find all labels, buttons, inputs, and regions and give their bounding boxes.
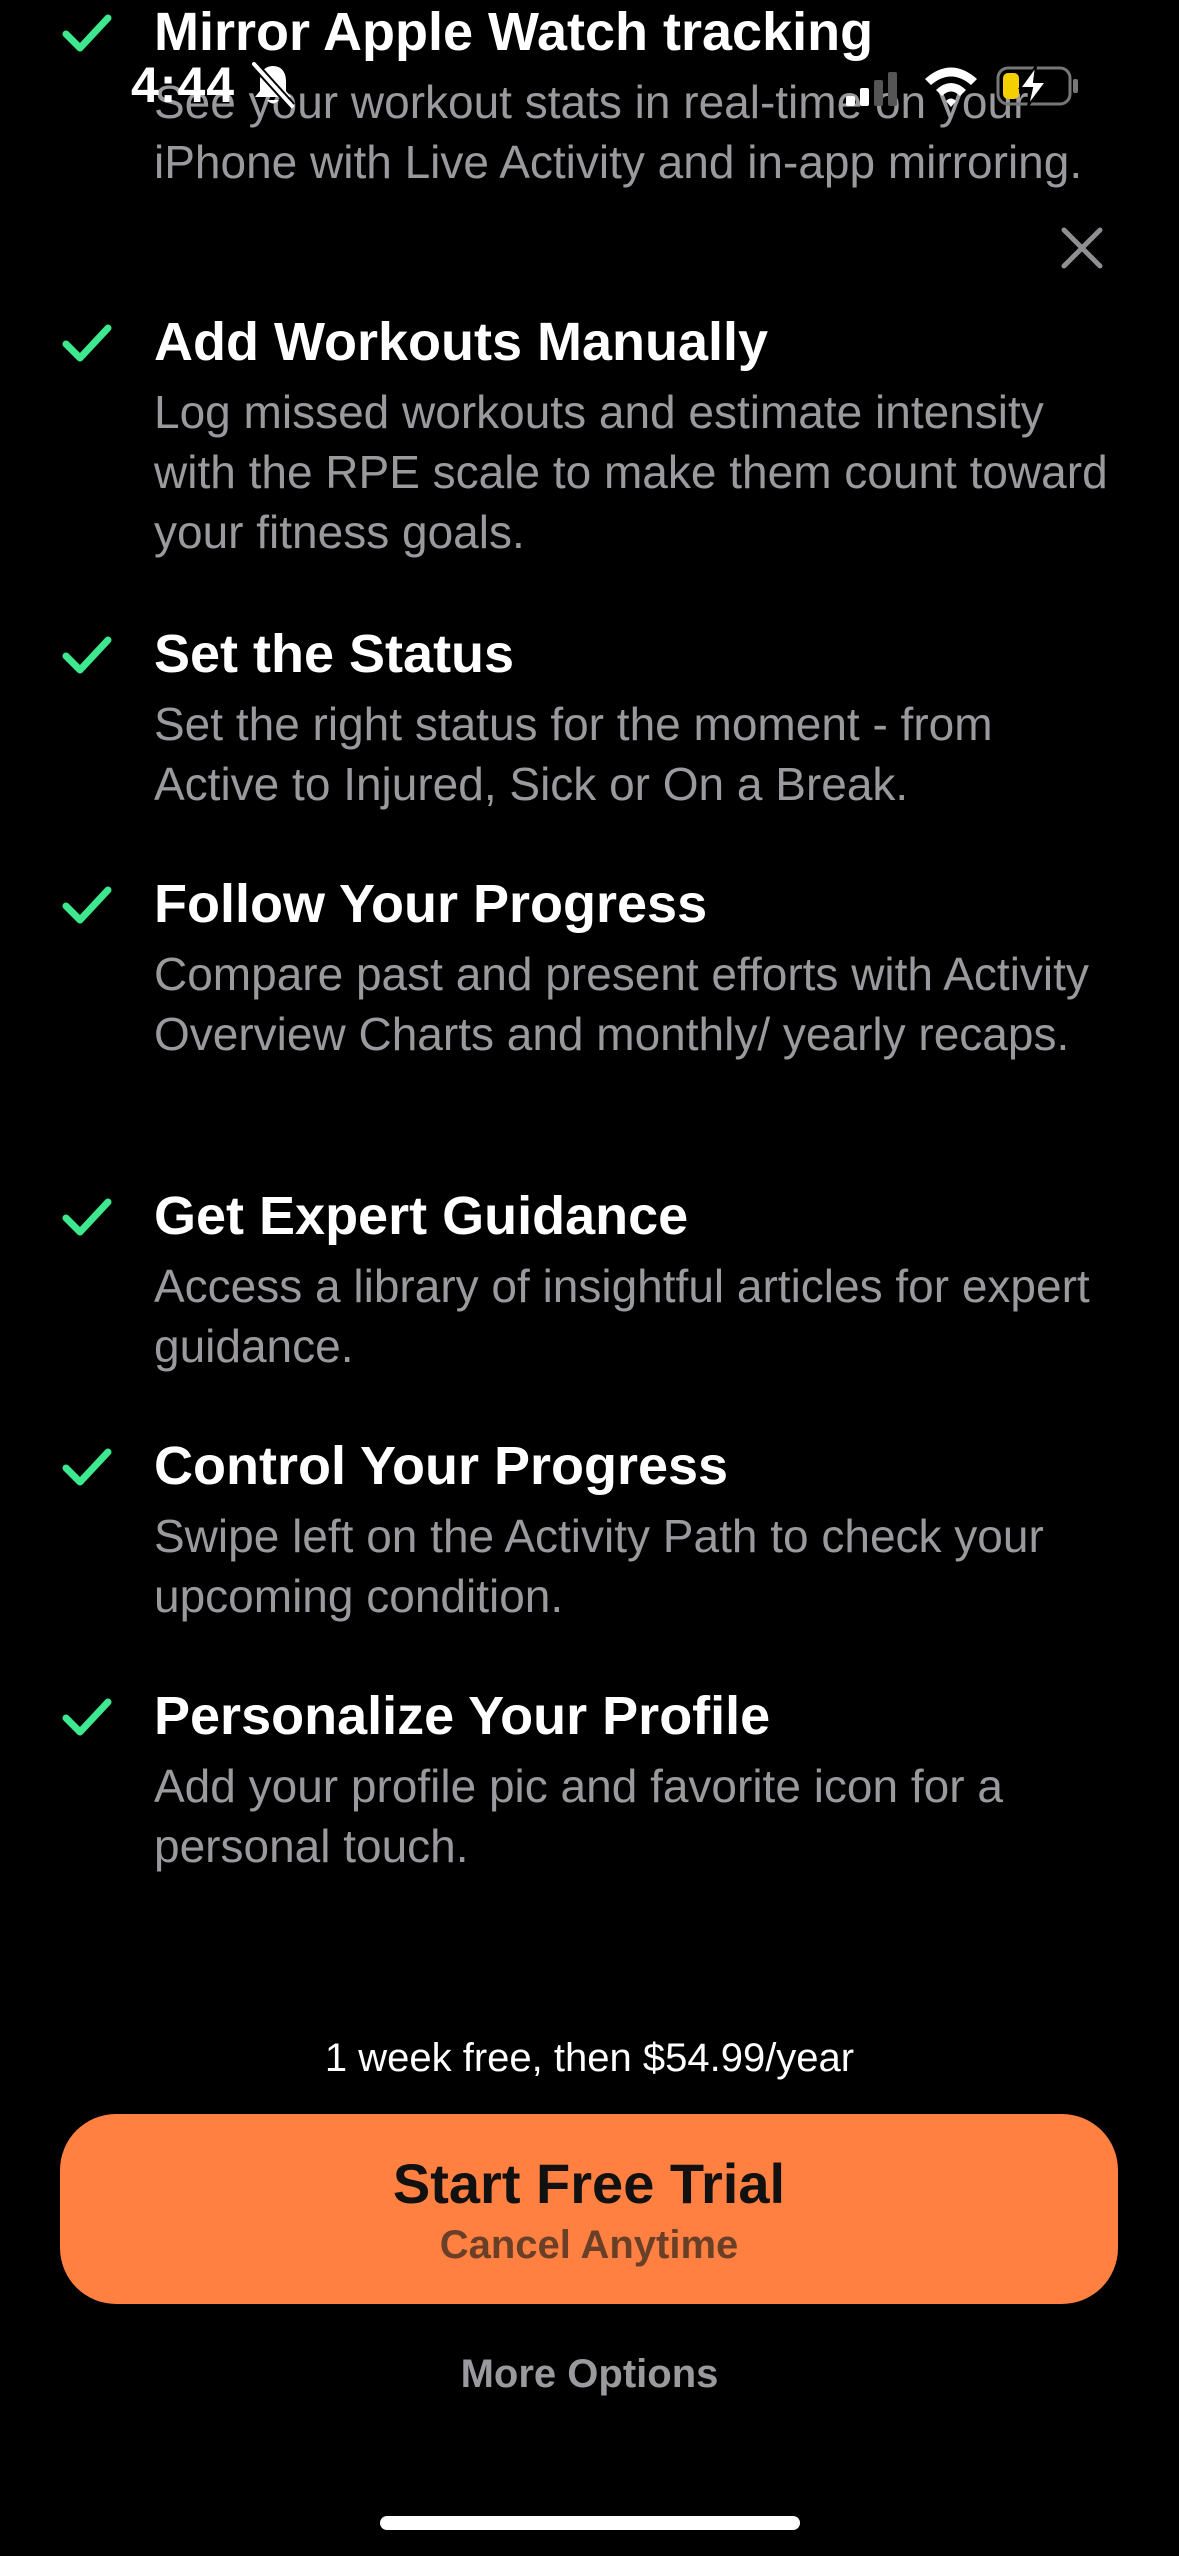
feature-description: Swipe left on the Activity Path to check…: [154, 1510, 1044, 1622]
wifi-icon: [925, 67, 977, 107]
feature-title: Personalize Your Profile: [154, 1686, 771, 1746]
bell-slash-icon: [251, 61, 295, 109]
home-indicator[interactable]: [380, 2516, 800, 2530]
cellular-signal-icon: [846, 72, 897, 106]
close-button[interactable]: [1054, 220, 1110, 276]
checkmark-icon: [62, 324, 112, 362]
feature-title: Set the Status: [154, 624, 515, 684]
status-time: 4:44: [131, 57, 236, 113]
status-bar: 4:44: [0, 50, 1179, 124]
cta-title: Start Free Trial: [392, 2152, 786, 2215]
feature-title: Get Expert Guidance: [154, 1186, 689, 1246]
close-icon: [1061, 227, 1103, 269]
feature-title: Follow Your Progress: [154, 874, 708, 934]
checkmark-icon: [62, 636, 112, 674]
checkmark-icon: [62, 886, 112, 924]
feature-description: Add your profile pic and favorite icon f…: [154, 1760, 1003, 1872]
feature-description: Compare past and present efforts with Ac…: [154, 948, 1089, 1060]
checkmark-icon: [62, 14, 112, 52]
feature-description: Set the right status for the moment - fr…: [154, 698, 993, 810]
battery-charging-icon: [996, 65, 1078, 107]
cta-subtitle: Cancel Anytime: [439, 2223, 739, 2267]
checkmark-icon: [62, 1198, 112, 1236]
checkmark-icon: [62, 1448, 112, 1486]
feature-description: Log missed workouts and estimate intensi…: [154, 386, 1108, 558]
feature-title: Control Your Progress: [154, 1436, 729, 1496]
checkmark-icon: [62, 1698, 112, 1736]
feature-title: Add Workouts Manually: [154, 312, 769, 372]
feature-description: Access a library of insightful articles …: [154, 1260, 1090, 1372]
start-free-trial-button[interactable]: Start Free Trial Cancel Anytime: [60, 2114, 1118, 2304]
more-options-button[interactable]: More Options: [0, 2352, 1179, 2397]
pricing-text: 1 week free, then $54.99/year: [324, 2036, 855, 2080]
